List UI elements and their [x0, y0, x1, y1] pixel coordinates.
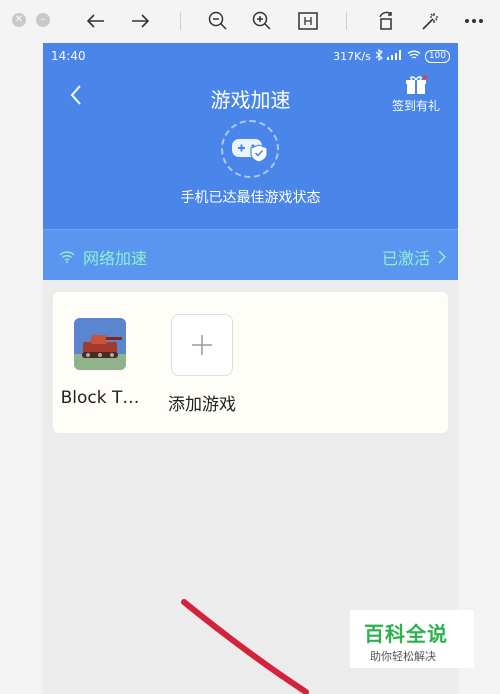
minimize-icon[interactable]: – [36, 13, 50, 27]
viewer-toolbar: ✕ – [0, 0, 500, 42]
wifi-icon [59, 251, 75, 263]
red-pen-stroke [181, 599, 309, 694]
game-list-card: Block T… 添加游戏 [53, 292, 448, 433]
rotate-icon[interactable] [374, 9, 398, 33]
arrow-right-icon[interactable] [128, 9, 152, 33]
status-right: 317K/s 100 [333, 48, 450, 64]
add-game-box [171, 314, 233, 376]
wifi-icon [407, 50, 421, 63]
game-thumbnail [74, 318, 126, 370]
status-bar: 14:40 317K/s 100 [43, 43, 458, 71]
fit-icon[interactable] [296, 9, 320, 33]
gift-label: 签到有礼 [391, 99, 440, 113]
header-panel: 14:40 317K/s 100 游戏加速 签到有礼 手机已达最佳游戏状态 网络… [43, 43, 458, 280]
close-icon[interactable]: ✕ [12, 13, 26, 27]
gamepad-shield-icon [232, 139, 268, 163]
toolbar-divider [180, 12, 181, 30]
status-subtitle: 手机已达最佳游戏状态 [180, 190, 321, 206]
add-game-label: 添加游戏 [168, 395, 236, 415]
network-speed: 317K/s [333, 50, 371, 63]
more-icon[interactable] [462, 9, 486, 33]
battery-icon: 100 [424, 50, 450, 63]
game-name: Block T… [60, 388, 140, 408]
network-status-group: 已激活 [382, 245, 446, 269]
game-item[interactable]: Block T… [55, 318, 145, 408]
network-status: 已激活 [381, 249, 430, 268]
bluetooth-icon [375, 48, 383, 64]
network-acceleration-row[interactable]: 网络加速 已激活 [43, 229, 458, 280]
signal-icon [386, 50, 403, 63]
gamepad-status-ring [221, 120, 279, 178]
watermark-title: 百科全说 [364, 622, 448, 646]
status-time: 14:40 [51, 49, 86, 63]
zoom-in-icon[interactable] [250, 9, 274, 33]
arrow-left-icon[interactable] [84, 9, 108, 33]
checkin-gift-button[interactable]: 签到有礼 [386, 75, 446, 114]
gift-icon [406, 75, 427, 94]
watermark-subtitle: 助你轻松解决 [370, 650, 436, 663]
plus-icon [192, 335, 212, 355]
magic-wand-icon[interactable] [418, 9, 442, 33]
network-label: 网络加速 [83, 249, 148, 268]
watermark-logo: 百科全说 助你轻松解决 [350, 610, 474, 668]
zoom-out-icon[interactable] [206, 9, 230, 33]
toolbar-divider [346, 12, 347, 30]
add-game-button[interactable]: 添加游戏 [157, 314, 247, 415]
chevron-right-icon [438, 250, 446, 264]
network-label-group: 网络加速 [59, 245, 147, 269]
